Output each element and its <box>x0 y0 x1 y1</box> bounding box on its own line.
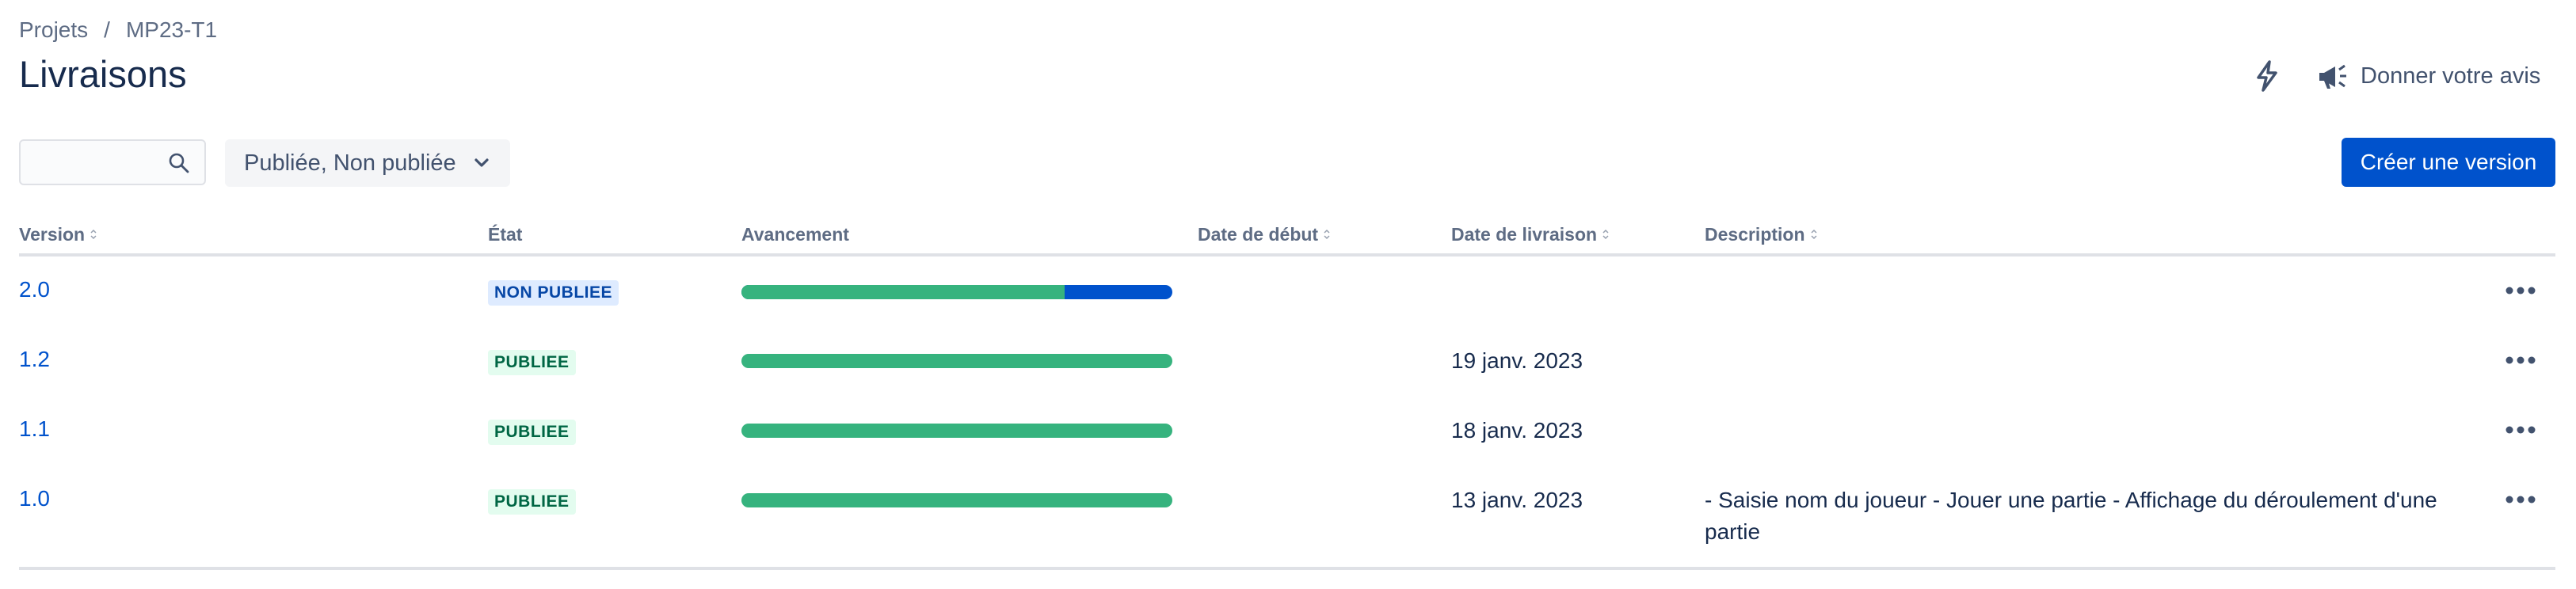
more-icon <box>2506 496 2536 504</box>
version-link[interactable]: 1.2 <box>19 347 50 372</box>
more-actions-button[interactable] <box>2502 344 2540 376</box>
column-header-release-date[interactable]: Date de livraison <box>1451 222 1610 247</box>
table-bottom-divider <box>19 567 2555 570</box>
column-header-start-date[interactable]: Date de début <box>1198 222 1331 247</box>
progress-bar-done <box>741 493 1172 507</box>
column-header-label: Date de début <box>1198 223 1319 245</box>
progress-bar <box>741 493 1172 507</box>
more-icon <box>2506 426 2536 434</box>
feedback-label: Donner votre avis <box>2361 63 2541 89</box>
column-header-label: Avancement <box>741 223 849 245</box>
status-badge: NON PUBLIEE <box>488 280 619 306</box>
more-actions-button[interactable] <box>2502 414 2540 446</box>
progress-bar-done <box>741 424 1172 438</box>
megaphone-icon <box>2319 64 2346 89</box>
progress-bar <box>741 424 1172 438</box>
more-actions-button[interactable] <box>2502 484 2540 515</box>
column-header-label: Version <box>19 223 86 245</box>
column-header-label: Date de livraison <box>1451 223 1598 245</box>
sort-icon <box>1810 228 1818 241</box>
breadcrumb-project-link[interactable]: MP23-T1 <box>126 17 217 43</box>
version-link[interactable]: 2.0 <box>19 277 50 302</box>
progress-bar <box>741 285 1172 299</box>
status-filter-dropdown[interactable]: Publiée, Non publiée <box>225 139 510 187</box>
column-header-progress: Avancement <box>741 222 849 247</box>
release-date: 19 janv. 2023 <box>1451 348 1583 373</box>
more-icon <box>2506 356 2536 364</box>
sort-icon <box>90 228 97 241</box>
version-link[interactable]: 1.1 <box>19 416 50 442</box>
lightning-bolt-icon <box>2257 60 2277 92</box>
release-date: 13 janv. 2023 <box>1451 488 1583 512</box>
more-icon <box>2506 287 2536 294</box>
status-badge: PUBLIEE <box>488 350 576 375</box>
feedback-button[interactable]: Donner votre avis <box>2316 52 2540 100</box>
breadcrumb-separator: / <box>104 17 110 42</box>
search-field[interactable] <box>19 139 206 185</box>
column-header-description[interactable]: Description <box>1705 222 1818 247</box>
version-link[interactable]: 1.0 <box>19 486 50 511</box>
sort-icon <box>1323 228 1331 241</box>
status-badge: PUBLIEE <box>488 489 576 515</box>
description: - Saisie nom du joueur - Jouer une parti… <box>1705 488 2437 544</box>
status-badge: PUBLIEE <box>488 420 576 445</box>
status-filter-label: Publiée, Non publiée <box>244 150 456 176</box>
column-header-version[interactable]: Version <box>19 222 97 247</box>
breadcrumb: Projets / MP23-T1 <box>19 14 217 46</box>
progress-bar <box>741 354 1172 368</box>
progress-bar-done <box>741 285 1065 299</box>
table-header-divider <box>19 253 2555 256</box>
sort-icon <box>1602 228 1610 241</box>
breadcrumb-projects-link[interactable]: Projets <box>19 17 88 43</box>
page-title: Livraisons <box>19 53 187 95</box>
progress-bar-done <box>741 354 1172 368</box>
more-actions-button[interactable] <box>2502 275 2540 306</box>
search-icon <box>169 153 189 173</box>
create-version-button[interactable]: Créer une version <box>2342 138 2555 187</box>
column-header-status: État <box>488 222 522 247</box>
search-input[interactable] <box>32 147 170 179</box>
chevron-down-icon <box>474 158 489 167</box>
release-date: 18 janv. 2023 <box>1451 418 1583 443</box>
create-version-label: Créer une version <box>2360 150 2537 174</box>
column-header-label: État <box>488 223 523 245</box>
column-header-label: Description <box>1705 223 1805 245</box>
automation-button[interactable] <box>2248 57 2286 95</box>
